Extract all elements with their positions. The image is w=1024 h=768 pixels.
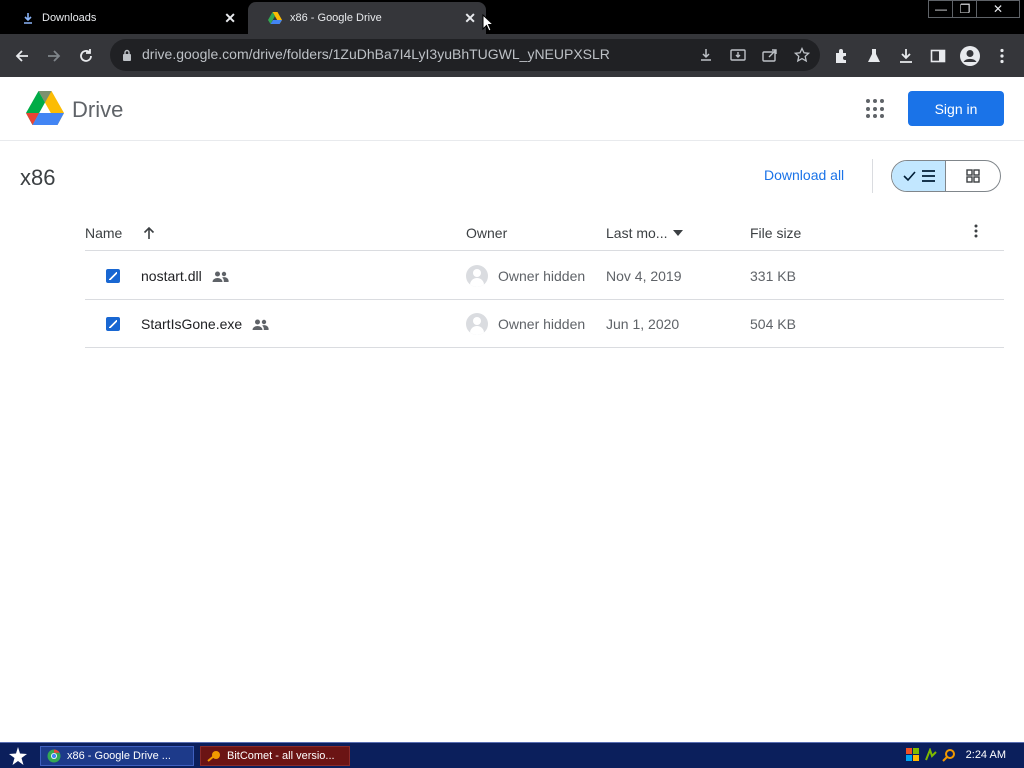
share-icon[interactable] (760, 45, 780, 65)
extensions-button[interactable] (828, 42, 856, 70)
install-app-icon[interactable] (728, 45, 748, 65)
table-row[interactable]: StartIsGone.exe Owner hidden Jun 1, 2020… (85, 300, 1004, 348)
sign-in-button[interactable]: Sign in (908, 91, 1004, 126)
network-tray-icon[interactable] (924, 748, 938, 762)
shared-people-icon (212, 271, 229, 282)
bookmark-star-icon[interactable] (792, 45, 812, 65)
executable-file-icon (106, 317, 120, 331)
minimize-button[interactable]: — (928, 0, 954, 18)
file-name-cell[interactable]: StartIsGone.exe (141, 316, 269, 332)
tab-close-icon[interactable]: ✕ (464, 10, 476, 27)
google-apps-icon[interactable] (866, 99, 886, 119)
tab-strip: Downloads ✕ x86 - Google Drive ✕ — ❐ ✕ (0, 0, 1024, 34)
file-name: nostart.dll (141, 268, 202, 284)
taskbar-item-label: BitComet - all versio... (227, 750, 335, 762)
screen: Downloads ✕ x86 - Google Drive ✕ — ❐ ✕ d… (0, 0, 1024, 768)
forward-button[interactable] (40, 42, 68, 70)
search-tray-icon[interactable] (942, 748, 956, 762)
grid-view-icon (966, 169, 980, 183)
sort-ascending-icon[interactable] (142, 226, 156, 240)
profile-avatar-icon (960, 46, 980, 66)
view-toggle (891, 160, 1001, 192)
system-clock[interactable]: 2:24 AM (966, 749, 1006, 761)
folder-title: x86 (20, 165, 56, 190)
taskbar: x86 - Google Drive ... BitComet - all ve… (0, 742, 1024, 768)
restore-button[interactable]: ❐ (952, 0, 978, 18)
side-panel-icon (930, 49, 946, 63)
download-icon (24, 13, 32, 24)
tab-google-drive[interactable]: x86 - Google Drive ✕ (248, 2, 486, 34)
browser-toolbar: drive.google.com/drive/folders/1ZuDhBa7I… (0, 34, 1024, 77)
kebab-menu-icon (1000, 48, 1004, 64)
sort-dropdown-icon[interactable] (673, 230, 684, 236)
tab-downloads[interactable]: Downloads ✕ (2, 2, 246, 34)
profile-button[interactable] (956, 42, 984, 70)
reload-button[interactable] (72, 42, 100, 70)
tab-close-icon[interactable]: ✕ (224, 10, 236, 27)
modified-cell: Nov 4, 2019 (606, 268, 682, 284)
list-view-button[interactable] (892, 161, 947, 191)
modified-cell: Jun 1, 2020 (606, 316, 680, 332)
windows-flag-icon[interactable] (906, 748, 920, 762)
bitcomet-icon (207, 751, 220, 762)
owner-cell: Owner hidden (498, 316, 586, 332)
chrome-icon (47, 749, 61, 763)
labs-button[interactable] (860, 42, 888, 70)
back-arrow-icon (15, 50, 28, 62)
forward-arrow-icon (48, 50, 61, 62)
column-header-label: Name (85, 225, 123, 241)
reload-icon (80, 49, 92, 62)
drive-header: Drive Sign in (0, 77, 1024, 141)
address-bar[interactable]: drive.google.com/drive/folders/1ZuDhBa7I… (110, 39, 820, 71)
more-options-icon[interactable] (974, 224, 978, 238)
downloads-button[interactable] (892, 42, 920, 70)
url-text[interactable]: drive.google.com/drive/folders/1ZuDhBa7I… (142, 46, 610, 62)
file-table-header: Name Owner Last mo... File size (85, 217, 1004, 251)
start-menu-icon[interactable] (8, 746, 28, 766)
download-icon (900, 49, 912, 63)
tab-label: x86 - Google Drive (290, 12, 382, 24)
size-cell: 331 KB (750, 268, 796, 284)
chrome-menu-button[interactable] (988, 42, 1016, 70)
grid-view-button[interactable] (946, 161, 1000, 191)
flask-icon (868, 49, 880, 62)
file-name-cell[interactable]: nostart.dll (141, 268, 229, 284)
shared-people-icon (252, 319, 269, 330)
toolbar-divider (872, 159, 873, 193)
table-row[interactable]: nostart.dll Owner hidden Nov 4, 2019 331… (85, 252, 1004, 300)
owner-avatar (466, 265, 488, 287)
google-drive-logo-icon[interactable] (26, 91, 64, 125)
close-window-button[interactable]: ✕ (976, 0, 1020, 18)
mouse-cursor-icon (482, 14, 494, 32)
column-header-owner[interactable]: Owner (466, 225, 507, 241)
column-header-last-modified[interactable]: Last mo... (606, 225, 684, 241)
taskbar-item-bitcomet[interactable]: BitComet - all versio... (200, 746, 350, 766)
size-cell: 504 KB (750, 316, 796, 332)
drive-page: Drive Sign in x86 Download all Name Owne… (0, 77, 1024, 742)
taskbar-item-label: x86 - Google Drive ... (67, 750, 171, 762)
side-panel-button[interactable] (924, 42, 952, 70)
column-header-file-size[interactable]: File size (750, 225, 801, 241)
drive-logo-text[interactable]: Drive (72, 97, 123, 123)
executable-file-icon (106, 269, 120, 283)
back-button[interactable] (8, 42, 36, 70)
google-drive-icon (268, 12, 282, 24)
owner-avatar (466, 313, 488, 335)
tab-label: Downloads (42, 12, 97, 24)
column-header-label: Last mo... (606, 225, 668, 241)
file-name: StartIsGone.exe (141, 316, 243, 332)
download-all-button[interactable]: Download all (764, 167, 844, 183)
install-icon[interactable] (696, 45, 716, 65)
puzzle-icon (836, 49, 846, 63)
column-header-name[interactable]: Name (85, 225, 156, 241)
taskbar-item-chrome[interactable]: x86 - Google Drive ... (40, 746, 194, 766)
lock-icon[interactable] (122, 49, 132, 61)
list-view-check-icon (902, 170, 935, 182)
owner-cell: Owner hidden (498, 268, 586, 284)
